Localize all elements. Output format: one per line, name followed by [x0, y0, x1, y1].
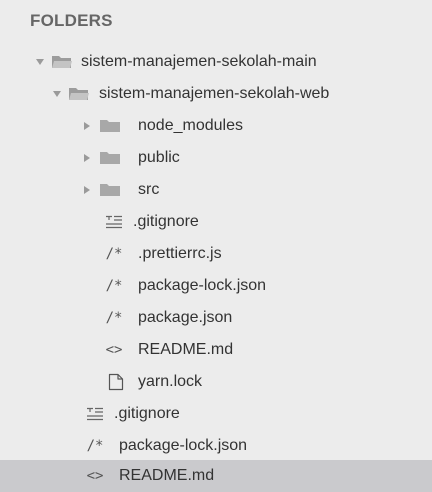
tree-item-label: yarn.lock [138, 373, 203, 390]
comment-code-icon: /* [105, 310, 123, 326]
folders-sidebar: FOLDERS sistem-manajemen-sekolah-main si… [0, 0, 432, 492]
folder-open-icon [51, 54, 73, 70]
tree-item-label: src [138, 181, 160, 198]
folder-open-icon [68, 86, 90, 102]
tree-folder-src[interactable]: src [0, 174, 432, 206]
code-icon: <> [86, 468, 104, 484]
tree-item-label: sistem-manajemen-sekolah-web [99, 85, 330, 102]
tree-file-package-lock[interactable]: /* package-lock.json [0, 430, 432, 462]
chevron-right-icon[interactable] [81, 152, 93, 164]
chevron-down-icon[interactable] [51, 88, 63, 100]
tree-item-label: package-lock.json [119, 437, 248, 454]
folder-icon [99, 182, 121, 198]
chevron-right-icon[interactable] [81, 120, 93, 132]
comment-code-icon: /* [105, 278, 123, 294]
tree-item-label: sistem-manajemen-sekolah-main [81, 53, 317, 70]
file-icon [105, 373, 127, 391]
tree-item-label: public [138, 149, 180, 166]
tree-file-prettierrc[interactable]: /* .prettierrc.js [0, 238, 432, 270]
tree-folder-root[interactable]: sistem-manajemen-sekolah-main [0, 46, 432, 78]
chevron-down-icon[interactable] [34, 56, 46, 68]
folder-icon [99, 118, 121, 134]
tree-item-label: node_modules [138, 117, 243, 134]
tree-item-label: .gitignore [133, 213, 199, 230]
chevron-right-icon[interactable] [81, 184, 93, 196]
tree-file-gitignore[interactable]: .gitignore [0, 206, 432, 238]
tree-file-readme-selected[interactable]: <> README.md [0, 460, 432, 492]
tree-item-label: README.md [119, 467, 215, 484]
folders-header: FOLDERS [30, 11, 113, 30]
tree-file-gitignore[interactable]: .gitignore [0, 398, 432, 430]
gitignore-icon [84, 405, 106, 423]
tree-file-readme[interactable]: <> README.md [0, 334, 432, 366]
gitignore-icon [103, 213, 125, 231]
tree-item-label: .gitignore [114, 405, 180, 422]
tree-item-label: package-lock.json [138, 277, 267, 294]
tree-item-label: package.json [138, 309, 233, 326]
tree-file-yarn-lock[interactable]: yarn.lock [0, 366, 432, 398]
tree-item-label: .prettierrc.js [138, 245, 222, 262]
tree-item-label: README.md [138, 341, 234, 358]
code-icon: <> [105, 342, 123, 358]
tree-file-package-json[interactable]: /* package.json [0, 302, 432, 334]
tree-file-package-lock[interactable]: /* package-lock.json [0, 270, 432, 302]
tree-folder-node-modules[interactable]: node_modules [0, 110, 432, 142]
comment-code-icon: /* [86, 438, 104, 454]
tree-folder-web[interactable]: sistem-manajemen-sekolah-web [0, 78, 432, 110]
tree-folder-public[interactable]: public [0, 142, 432, 174]
comment-code-icon: /* [105, 246, 123, 262]
folder-icon [99, 150, 121, 166]
